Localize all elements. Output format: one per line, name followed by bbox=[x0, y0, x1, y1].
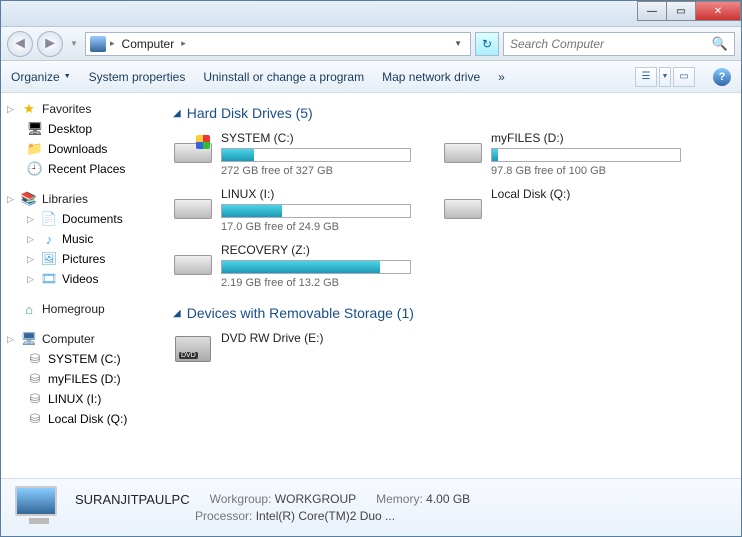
drive-name: myFILES (D:) bbox=[491, 131, 693, 145]
command-toolbar: Organize▼ System properties Uninstall or… bbox=[1, 61, 741, 93]
address-dropdown[interactable]: ▼ bbox=[450, 39, 466, 48]
libraries-header[interactable]: ▷📚Libraries bbox=[3, 189, 161, 209]
history-dropdown[interactable]: ▼ bbox=[67, 31, 81, 57]
computer-name: SURANJITPAULPC bbox=[75, 492, 190, 507]
documents-icon: 📄 bbox=[41, 211, 57, 227]
drive-name: RECOVERY (Z:) bbox=[221, 243, 423, 257]
drive-name: SYSTEM (C:) bbox=[221, 131, 423, 145]
free-space-text: 2.19 GB free of 13.2 GB bbox=[221, 277, 423, 289]
drive-icon: ⛁ bbox=[27, 411, 43, 427]
tree-item-music[interactable]: ▷♪Music bbox=[3, 229, 161, 249]
computer-icon bbox=[90, 36, 106, 52]
hdd-icon bbox=[173, 187, 213, 223]
desktop-icon: 🖥 bbox=[27, 121, 43, 137]
group-removable-storage[interactable]: ◢Devices with Removable Storage (1) bbox=[173, 305, 731, 321]
refresh-button[interactable]: ↻ bbox=[475, 32, 499, 56]
processor-label: Processor: bbox=[195, 509, 252, 523]
view-dropdown[interactable]: ▼ bbox=[659, 67, 671, 87]
collapse-icon: ◢ bbox=[173, 308, 181, 319]
capacity-bar bbox=[221, 204, 411, 218]
hdd-icon bbox=[173, 131, 213, 167]
tree-item-drive-i[interactable]: ⛁LINUX (I:) bbox=[3, 389, 161, 409]
tree-item-downloads[interactable]: 📁Downloads bbox=[3, 139, 161, 159]
computer-icon: 🖥 bbox=[21, 331, 37, 347]
toolbar-overflow[interactable]: » bbox=[498, 70, 505, 84]
memory-label: Memory: bbox=[376, 492, 423, 506]
system-properties-button[interactable]: System properties bbox=[89, 70, 186, 84]
breadcrumb-sep: ▸ bbox=[110, 38, 115, 49]
close-button[interactable]: ✕ bbox=[695, 1, 741, 21]
capacity-bar bbox=[221, 260, 411, 274]
minimize-button[interactable]: — bbox=[637, 1, 667, 21]
help-button[interactable]: ? bbox=[713, 68, 731, 86]
navigation-tree[interactable]: ▷★Favorites 🖥Desktop 📁Downloads 🕘Recent … bbox=[1, 93, 163, 478]
organize-menu[interactable]: Organize▼ bbox=[11, 70, 71, 84]
computer-large-icon bbox=[15, 486, 63, 530]
breadcrumb-computer[interactable]: Computer bbox=[119, 37, 178, 51]
tree-item-desktop[interactable]: 🖥Desktop bbox=[3, 119, 161, 139]
dvd-icon bbox=[173, 331, 213, 367]
navigation-bar: ◄ ► ▼ ▸ Computer ▸ ▼ ↻ 🔍 bbox=[1, 27, 741, 61]
search-input[interactable] bbox=[510, 37, 712, 51]
music-icon: ♪ bbox=[41, 231, 57, 247]
map-network-drive-button[interactable]: Map network drive bbox=[382, 70, 480, 84]
favorites-header[interactable]: ▷★Favorites bbox=[3, 99, 161, 119]
details-pane: SURANJITPAULPC Workgroup: WORKGROUP Memo… bbox=[1, 478, 741, 536]
workgroup-value: WORKGROUP bbox=[275, 492, 356, 506]
capacity-bar bbox=[221, 148, 411, 162]
view-mode-button[interactable]: ☰ bbox=[635, 67, 657, 87]
hdd-icon bbox=[443, 187, 483, 223]
preview-pane-button[interactable]: ▭ bbox=[673, 67, 695, 87]
drive-item[interactable]: LINUX (I:) 17.0 GB free of 24.9 GB bbox=[173, 187, 423, 233]
tree-item-documents[interactable]: ▷📄Documents bbox=[3, 209, 161, 229]
group-hard-disk-drives[interactable]: ◢Hard Disk Drives (5) bbox=[173, 105, 731, 121]
free-space-text: 17.0 GB free of 24.9 GB bbox=[221, 221, 423, 233]
hdd-icon bbox=[443, 131, 483, 167]
view-controls: ☰ ▼ ▭ bbox=[635, 67, 695, 87]
drive-item[interactable]: SYSTEM (C:) 272 GB free of 327 GB bbox=[173, 131, 423, 177]
drive-item[interactable]: RECOVERY (Z:) 2.19 GB free of 13.2 GB bbox=[173, 243, 423, 289]
workgroup-label: Workgroup: bbox=[210, 492, 272, 506]
drive-name: DVD RW Drive (E:) bbox=[221, 331, 423, 345]
removable-item[interactable]: DVD RW Drive (E:) bbox=[173, 331, 423, 367]
search-icon: 🔍 bbox=[712, 36, 728, 52]
computer-header[interactable]: ▷🖥Computer bbox=[3, 329, 161, 349]
drive-icon: ⛁ bbox=[27, 391, 43, 407]
drive-item[interactable]: Local Disk (Q:) bbox=[443, 187, 693, 233]
hdd-icon bbox=[173, 243, 213, 279]
tree-item-recent[interactable]: 🕘Recent Places bbox=[3, 159, 161, 179]
maximize-button[interactable]: ▭ bbox=[666, 1, 696, 21]
free-space-text: 97.8 GB free of 100 GB bbox=[491, 165, 693, 177]
capacity-bar bbox=[491, 148, 681, 162]
pictures-icon: 🖼 bbox=[41, 251, 57, 267]
tree-item-pictures[interactable]: ▷🖼Pictures bbox=[3, 249, 161, 269]
drive-name: Local Disk (Q:) bbox=[491, 187, 693, 201]
forward-button[interactable]: ► bbox=[37, 31, 63, 57]
free-space-text: 272 GB free of 327 GB bbox=[221, 165, 423, 177]
homegroup-icon: ⌂ bbox=[21, 301, 37, 317]
breadcrumb-sep[interactable]: ▸ bbox=[181, 38, 186, 49]
uninstall-button[interactable]: Uninstall or change a program bbox=[203, 70, 364, 84]
title-bar: — ▭ ✕ bbox=[1, 1, 741, 27]
tree-item-videos[interactable]: ▷🎞Videos bbox=[3, 269, 161, 289]
drive-icon: ⛁ bbox=[27, 371, 43, 387]
tree-item-drive-c[interactable]: ⛁SYSTEM (C:) bbox=[3, 349, 161, 369]
search-box[interactable]: 🔍 bbox=[503, 32, 735, 56]
drive-item[interactable]: myFILES (D:) 97.8 GB free of 100 GB bbox=[443, 131, 693, 177]
content-pane: ◢Hard Disk Drives (5) SYSTEM (C:) 272 GB … bbox=[163, 93, 741, 478]
memory-value: 4.00 GB bbox=[426, 492, 470, 506]
back-button[interactable]: ◄ bbox=[7, 31, 33, 57]
folder-icon: 📁 bbox=[27, 141, 43, 157]
tree-item-drive-q[interactable]: ⛁Local Disk (Q:) bbox=[3, 409, 161, 429]
address-bar[interactable]: ▸ Computer ▸ ▼ bbox=[85, 32, 471, 56]
drive-icon: ⛁ bbox=[27, 351, 43, 367]
videos-icon: 🎞 bbox=[41, 271, 57, 287]
collapse-icon: ◢ bbox=[173, 108, 181, 119]
drive-name: LINUX (I:) bbox=[221, 187, 423, 201]
homegroup-header[interactable]: ▷⌂Homegroup bbox=[3, 299, 161, 319]
tree-item-drive-d[interactable]: ⛁myFILES (D:) bbox=[3, 369, 161, 389]
processor-value: Intel(R) Core(TM)2 Duo ... bbox=[256, 509, 395, 523]
recent-icon: 🕘 bbox=[27, 161, 43, 177]
libraries-icon: 📚 bbox=[21, 191, 37, 207]
